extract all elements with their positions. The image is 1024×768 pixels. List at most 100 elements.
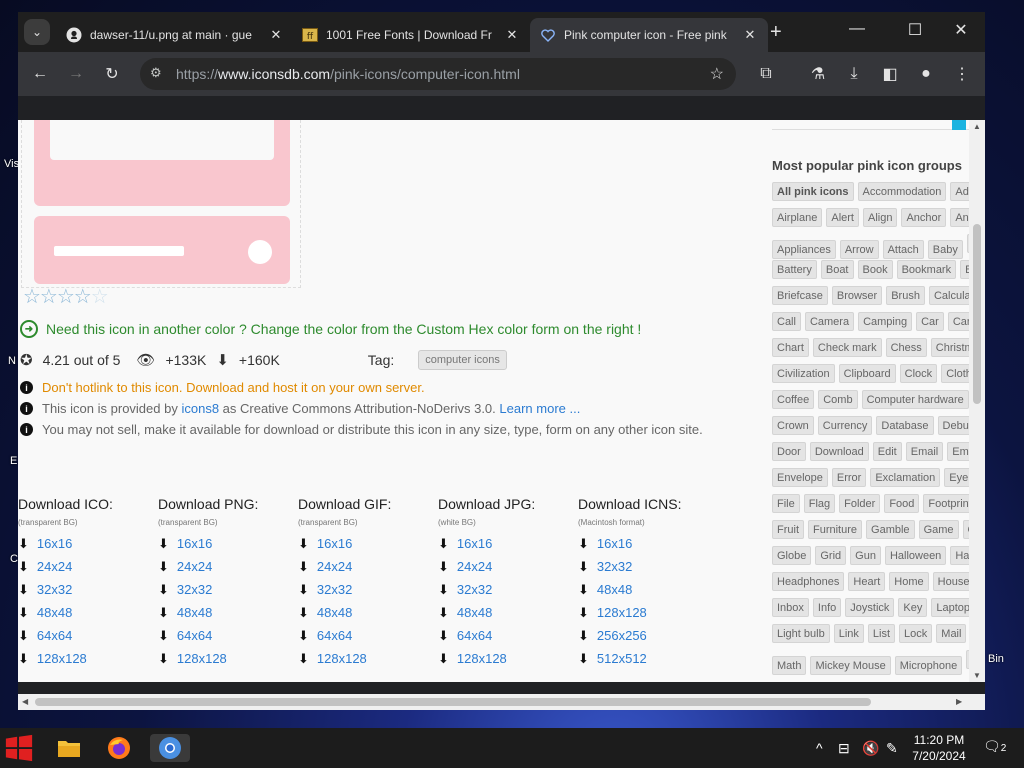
icon-group-chip[interactable]: Align xyxy=(862,208,898,227)
menu-icon[interactable]: ⋮ xyxy=(950,62,974,86)
icon-group-chip[interactable]: Halloween xyxy=(884,546,947,565)
tab-github[interactable]: dawser-11/u.png at main · gue ✕ xyxy=(56,18,294,52)
icon-group-chip[interactable]: Chart xyxy=(772,338,809,357)
download-link[interactable]: ⬇ 64x64 xyxy=(438,624,578,647)
icon-group-chip[interactable]: List xyxy=(867,624,896,643)
icon-group-chip[interactable]: Eye xyxy=(944,468,969,487)
download-link[interactable]: ⬇ 48x48 xyxy=(438,601,578,624)
icon-group-chip[interactable]: Food xyxy=(884,494,920,513)
icon-group-chip[interactable]: Camera xyxy=(804,312,855,331)
icon-group-chip[interactable]: Folder xyxy=(839,494,881,513)
rating-stars[interactable]: ☆☆☆☆☆ xyxy=(23,284,109,308)
profile-icon[interactable]: ● xyxy=(914,62,938,86)
volume-muted-icon[interactable]: 🔇 xyxy=(862,740,879,757)
learn-more-link[interactable]: Learn more ... xyxy=(499,401,580,416)
icon-group-chip[interactable]: Door xyxy=(772,442,806,461)
icon-group-chip[interactable]: Emo xyxy=(947,442,969,461)
icon-group-chip[interactable]: Edit xyxy=(872,442,902,461)
icon-group-chip[interactable]: Microphone xyxy=(894,656,963,675)
icon-group-chip[interactable]: Home xyxy=(889,572,929,591)
back-icon[interactable]: ← xyxy=(28,62,52,86)
icon-group-chip[interactable]: Crown xyxy=(772,416,814,435)
download-icon[interactable]: ⤓ xyxy=(842,62,866,86)
new-tab-button[interactable]: + xyxy=(770,21,782,44)
icon-group-chip[interactable]: Check mark xyxy=(812,338,882,357)
maximize-button[interactable]: ☐ xyxy=(900,20,930,40)
icon-group-chip[interactable]: Footprint xyxy=(923,494,969,513)
icon-group-chip[interactable]: Christm xyxy=(930,338,969,357)
icon-group-chip[interactable]: Accommodation xyxy=(857,182,947,201)
close-icon[interactable]: ✕ xyxy=(268,27,284,43)
download-link[interactable]: ⬇ 128x128 xyxy=(578,601,718,624)
icon-group-chip[interactable]: Comb xyxy=(818,390,858,409)
download-link[interactable]: ⬇ 512x512 xyxy=(578,647,718,670)
download-link[interactable]: ⬇ 16x16 xyxy=(158,532,298,555)
horizontal-scrollbar[interactable]: ◀ ▶ xyxy=(18,694,985,710)
icon-group-chip[interactable]: Headphones xyxy=(772,572,845,591)
icon-group-chip[interactable]: Alert xyxy=(826,208,859,227)
icon-group-chip[interactable]: Fruit xyxy=(772,520,804,539)
icon-group-chip[interactable]: Computer hardware xyxy=(861,390,969,409)
icon-group-chip[interactable]: Brush xyxy=(886,286,925,305)
download-link[interactable]: ⬇ 256x256 xyxy=(578,624,718,647)
icon-group-chip[interactable]: Game xyxy=(918,520,959,539)
download-link[interactable]: ⬇ 128x128 xyxy=(18,647,158,670)
icon-group-chip[interactable]: Joystick xyxy=(845,598,895,617)
start-icon[interactable] xyxy=(4,734,34,762)
icon-group-chip[interactable]: Car xyxy=(916,312,944,331)
icon-group-chip[interactable]: Database xyxy=(876,416,934,435)
icon-group-chip[interactable]: House xyxy=(932,572,969,591)
provider-link[interactable]: icons8 xyxy=(181,401,219,416)
icon-group-chip[interactable]: Book xyxy=(857,260,893,279)
address-bar[interactable]: ⚙ https://www.iconsdb.com/pink-icons/com… xyxy=(140,58,736,90)
download-link[interactable]: ⬇ 48x48 xyxy=(298,601,438,624)
bookmark-star-icon[interactable]: ☆ xyxy=(710,64,724,84)
close-window-button[interactable]: ✕ xyxy=(946,20,976,40)
forward-icon[interactable]: → xyxy=(64,62,88,86)
pen-icon[interactable]: ✎ xyxy=(886,740,898,757)
download-link[interactable]: ⬇ 48x48 xyxy=(578,578,718,601)
download-link[interactable]: ⬇ 16x16 xyxy=(18,532,158,555)
download-link[interactable]: ⬇ 32x32 xyxy=(18,578,158,601)
site-info-icon[interactable]: ⚙ xyxy=(150,65,162,81)
file-explorer-icon[interactable] xyxy=(54,734,84,762)
notification-icon[interactable]: 🗨2 xyxy=(983,738,1006,755)
icon-group-chip[interactable]: B xyxy=(960,260,969,279)
icon-group-chip[interactable]: Exclamation xyxy=(870,468,941,487)
icon-group-chip[interactable]: Cloth xyxy=(941,364,969,383)
icon-group-chip[interactable]: Coffee xyxy=(772,390,815,409)
icon-group-chip[interactable]: Email xyxy=(905,442,944,461)
icon-group-chip[interactable]: Boat xyxy=(820,260,854,279)
close-icon[interactable]: ✕ xyxy=(504,27,520,43)
download-link[interactable]: ⬇ 24x24 xyxy=(298,555,438,578)
scroll-thumb[interactable] xyxy=(35,698,871,706)
icon-group-chip[interactable]: All pink icons xyxy=(772,182,854,201)
labs-flask-icon[interactable]: ⚗ xyxy=(806,62,830,86)
download-link[interactable]: ⬇ 32x32 xyxy=(158,578,298,601)
icon-group-chip[interactable]: Globe xyxy=(772,546,812,565)
download-link[interactable]: ⬇ 128x128 xyxy=(158,647,298,670)
icon-group-chip[interactable]: Envelope xyxy=(772,468,828,487)
minimize-button[interactable]: — xyxy=(842,20,872,38)
icon-group-chip[interactable]: Gamble xyxy=(866,520,915,539)
download-link[interactable]: ⬇ 24x24 xyxy=(158,555,298,578)
system-clock[interactable]: 11:20 PM 7/20/2024 xyxy=(906,732,972,764)
download-link[interactable]: ⬇ 24x24 xyxy=(18,555,158,578)
icon-group-chip[interactable]: Anchor xyxy=(901,208,947,227)
network-icon[interactable]: ⊟ xyxy=(838,740,850,757)
scroll-thumb[interactable] xyxy=(973,224,981,404)
icon-group-chip[interactable]: Arrow xyxy=(839,240,879,259)
hex-color-input[interactable] xyxy=(772,120,969,130)
tag-chip[interactable]: computer icons xyxy=(418,350,507,370)
icon-group-chip[interactable]: Mail xyxy=(936,624,967,643)
download-link[interactable]: ⬇ 32x32 xyxy=(298,578,438,601)
icon-group-chip[interactable]: Attach xyxy=(882,240,924,259)
extensions-icon[interactable]: ⧉ xyxy=(754,62,778,86)
icon-group-chip[interactable]: Mickey Mouse xyxy=(810,656,891,675)
download-link[interactable]: ⬇ 64x64 xyxy=(18,624,158,647)
firefox-icon[interactable] xyxy=(104,734,134,762)
download-link[interactable]: ⬇ 64x64 xyxy=(158,624,298,647)
download-link[interactable]: ⬇ 24x24 xyxy=(438,555,578,578)
color-swatch[interactable] xyxy=(952,120,966,130)
url-text[interactable]: https://www.iconsdb.com/pink-icons/compu… xyxy=(176,66,520,82)
